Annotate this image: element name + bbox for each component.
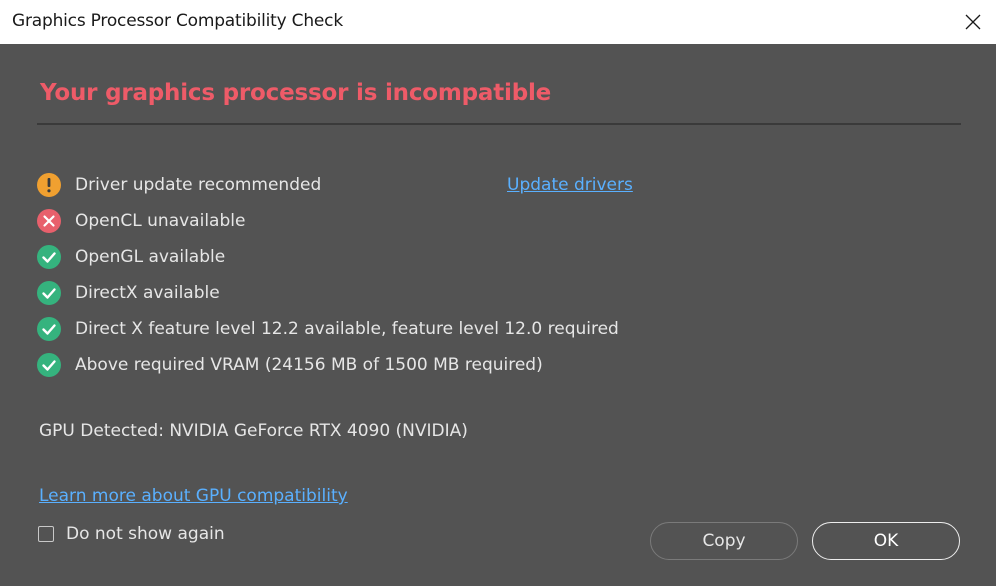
title-bar: Graphics Processor Compatibility Check (0, 0, 996, 44)
copy-button[interactable]: Copy (650, 522, 798, 560)
check-row-directx: DirectX available (37, 280, 220, 306)
divider (37, 123, 961, 125)
close-button[interactable] (950, 0, 996, 44)
warning-icon (37, 173, 61, 197)
gpu-detected-text: GPU Detected: NVIDIA GeForce RTX 4090 (N… (39, 421, 468, 441)
check-label: OpenGL available (75, 247, 226, 267)
check-row-opengl: OpenGL available (37, 244, 225, 270)
do-not-show-again-checkbox[interactable]: Do not show again (38, 524, 225, 544)
check-row-driver: Driver update recommended (37, 172, 321, 198)
check-icon (37, 281, 61, 305)
check-label: Driver update recommended (75, 175, 322, 195)
learn-more-link[interactable]: Learn more about GPU compatibility (39, 486, 348, 506)
check-icon (37, 353, 61, 377)
check-row-vram: Above required VRAM (24156 MB of 1500 MB… (37, 352, 543, 378)
error-icon (37, 209, 61, 233)
check-label: Direct X feature level 12.2 available, f… (75, 319, 619, 339)
check-icon (37, 245, 61, 269)
check-row-feature-level: Direct X feature level 12.2 available, f… (37, 316, 619, 342)
check-label: OpenCL unavailable (75, 211, 246, 231)
check-row-opencl: OpenCL unavailable (37, 208, 245, 234)
dialog-body: Your graphics processor is incompatible … (0, 44, 996, 586)
checkbox-box[interactable] (38, 526, 54, 542)
check-icon (37, 317, 61, 341)
update-drivers-link[interactable]: Update drivers (507, 175, 633, 195)
incompatible-heading: Your graphics processor is incompatible (40, 80, 552, 106)
ok-button[interactable]: OK (812, 522, 960, 560)
close-icon (965, 14, 981, 30)
window-title: Graphics Processor Compatibility Check (12, 11, 343, 31)
do-not-show-again-label: Do not show again (66, 524, 225, 544)
check-label: Above required VRAM (24156 MB of 1500 MB… (75, 355, 543, 375)
check-label: DirectX available (75, 283, 220, 303)
